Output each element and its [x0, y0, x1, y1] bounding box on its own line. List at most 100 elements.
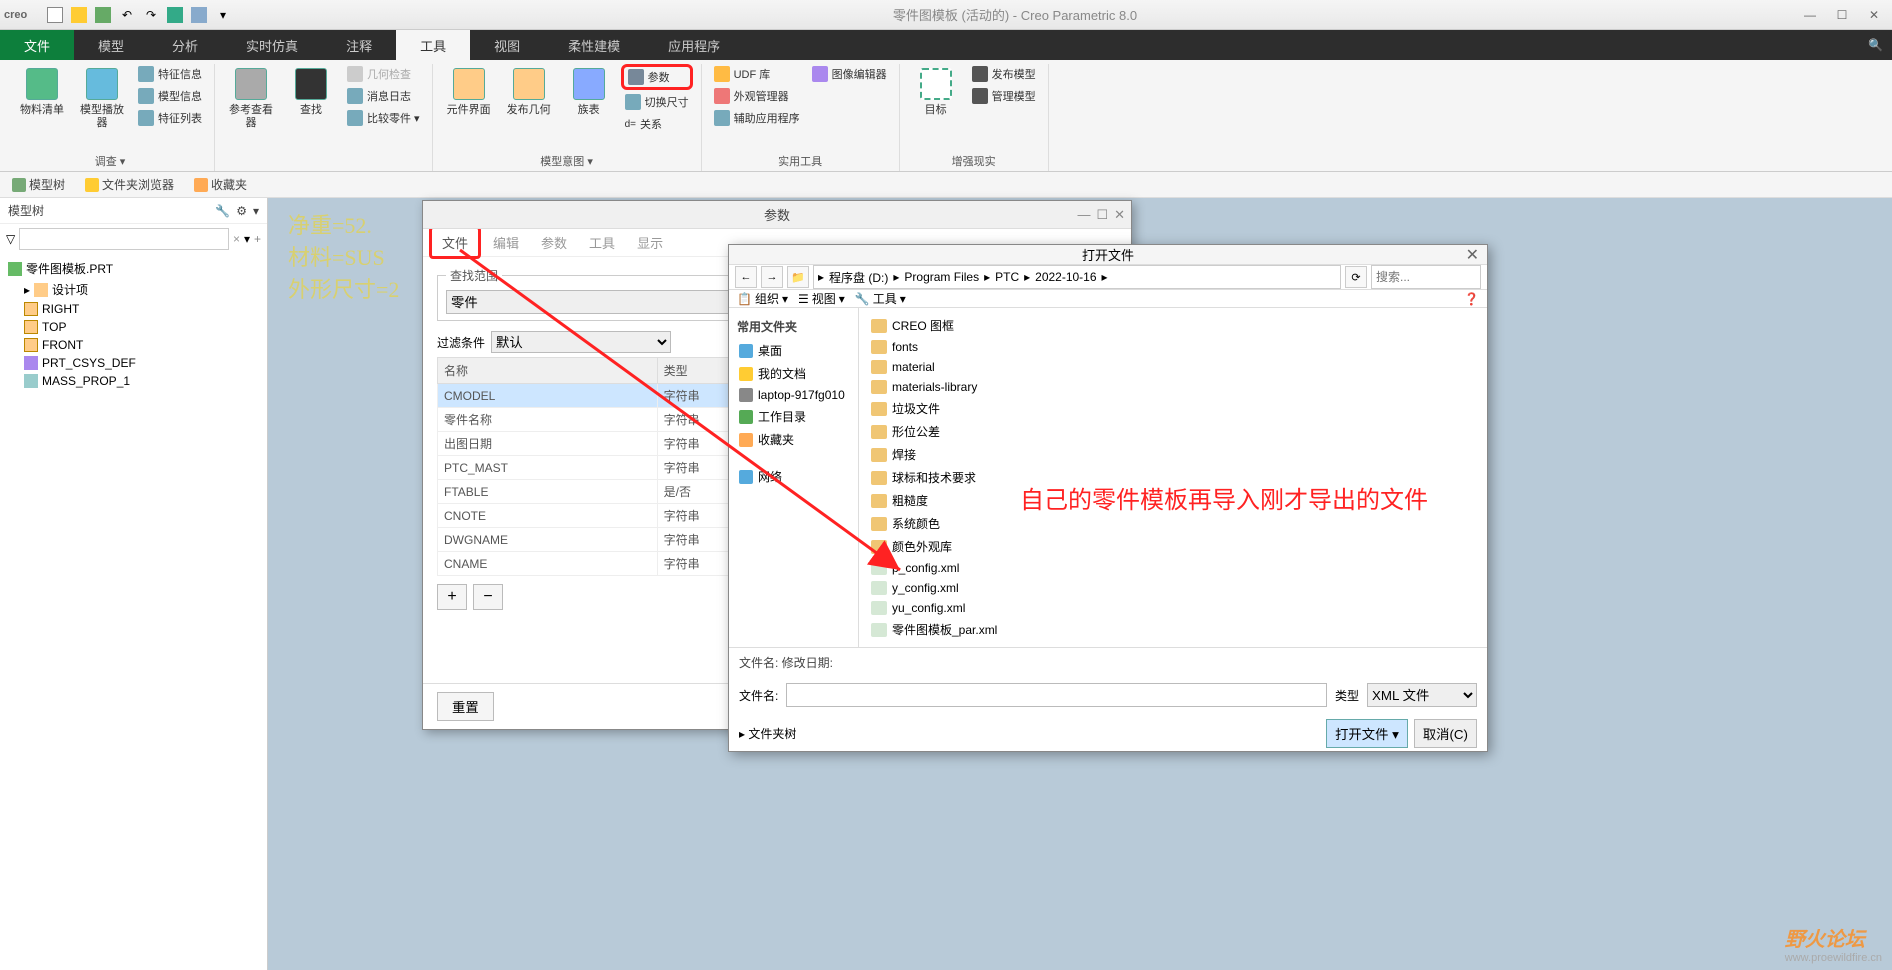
appearance-mgr-button[interactable]: 外观管理器	[710, 86, 804, 106]
file-item[interactable]: y_config.xml	[869, 578, 1477, 598]
file-dialog-title[interactable]: 打开文件 ✕	[729, 245, 1487, 265]
sidebar-item[interactable]: 工作目录	[737, 405, 850, 428]
sidebar-item[interactable]: 桌面	[737, 339, 850, 362]
nav-refresh-icon[interactable]: ⟳	[1345, 266, 1367, 288]
remove-row-button[interactable]: −	[473, 584, 503, 610]
qat-regen-icon[interactable]	[164, 4, 186, 26]
ar-target-button[interactable]: 目标	[908, 64, 964, 121]
menu-params[interactable]: 参数	[531, 229, 577, 256]
folder-tree-toggle[interactable]: ▸ 文件夹树	[739, 725, 1326, 742]
tree-node[interactable]: PRT_CSYS_DEF	[8, 354, 259, 372]
folder-item[interactable]: 形位公差	[869, 420, 1477, 443]
tree-node[interactable]: MASS_PROP_1	[8, 372, 259, 390]
folder-item[interactable]: 焊接	[869, 443, 1477, 466]
publish-model-button[interactable]: 发布模型	[968, 64, 1040, 84]
folder-item[interactable]: CREO 图框	[869, 314, 1477, 337]
open-file-button[interactable]: 打开文件 ▾	[1326, 719, 1408, 748]
feature-info-button[interactable]: 特征信息	[134, 64, 206, 84]
comp-iface-button[interactable]: 元件界面	[441, 64, 497, 121]
breadcrumb[interactable]: ▸ 程序盘 (D:) ▸ Program Files ▸ PTC ▸ 2022-…	[813, 265, 1341, 289]
nav-model-tree[interactable]: 模型树	[6, 174, 71, 195]
tab-analysis[interactable]: 分析	[148, 30, 222, 60]
parameters-button[interactable]: 参数	[621, 64, 693, 90]
tree-node[interactable]: FRONT	[8, 336, 259, 354]
sidebar-item[interactable]: laptop-917fg010	[737, 385, 850, 405]
minimize-button[interactable]: —	[1796, 5, 1824, 25]
add-row-button[interactable]: +	[437, 584, 467, 610]
feature-list-button[interactable]: 特征列表	[134, 108, 206, 128]
help-icon[interactable]: ❓	[1464, 292, 1479, 306]
filter-dropdown-icon[interactable]: ▾	[244, 232, 250, 246]
tree-node[interactable]: ▸ 设计项	[8, 279, 259, 300]
manage-model-button[interactable]: 管理模型	[968, 86, 1040, 106]
model-player-button[interactable]: 模型播放 器	[74, 64, 130, 134]
folder-item[interactable]: 系统颜色	[869, 512, 1477, 535]
folder-item[interactable]: material	[869, 357, 1477, 377]
tree-node[interactable]: RIGHT	[8, 300, 259, 318]
filter-input[interactable]	[19, 228, 229, 250]
file-item[interactable]: 零件图模板_par.xml	[869, 618, 1477, 641]
filter-select[interactable]: 默认	[491, 331, 671, 353]
maximize-button[interactable]: ☐	[1828, 5, 1856, 25]
dlg-maximize-icon[interactable]: ☐	[1096, 207, 1108, 223]
folder-item[interactable]: fonts	[869, 337, 1477, 357]
cancel-button[interactable]: 取消(C)	[1414, 719, 1477, 748]
nav-up-icon[interactable]: 📁	[787, 266, 809, 288]
tree-node[interactable]: TOP	[8, 318, 259, 336]
sidebar-item[interactable]: 收藏夹	[737, 428, 850, 451]
sidebar-item[interactable]: 我的文档	[737, 362, 850, 385]
family-table-button[interactable]: 族表	[561, 64, 617, 121]
qat-new-icon[interactable]	[44, 4, 66, 26]
tab-simulation[interactable]: 实时仿真	[222, 30, 322, 60]
switch-dim-button[interactable]: 切换尺寸	[621, 92, 693, 112]
panel-tool-2[interactable]: ⚙	[236, 204, 247, 218]
msg-log-button[interactable]: 消息日志	[343, 86, 424, 106]
find-button[interactable]: 查找	[283, 64, 339, 121]
qat-undo-icon[interactable]: ↶	[116, 4, 138, 26]
udf-lib-button[interactable]: UDF 库	[710, 64, 804, 84]
tab-annotate[interactable]: 注释	[322, 30, 396, 60]
file-item[interactable]: p_config.xml	[869, 558, 1477, 578]
panel-tool-1[interactable]: 🔧	[215, 204, 230, 218]
col-name[interactable]: 名称	[438, 358, 658, 384]
dlg-close-icon[interactable]: ✕	[1114, 207, 1125, 223]
qat-close-icon[interactable]: ▾	[212, 4, 234, 26]
ribbon-search[interactable]: 🔍	[1858, 30, 1892, 60]
nav-back-icon[interactable]: ←	[735, 266, 757, 288]
file-dialog-close-icon[interactable]: ✕	[1466, 245, 1479, 265]
tree-root[interactable]: 零件图模板.PRT	[8, 258, 259, 279]
ref-viewer-button[interactable]: 参考查看 器	[223, 64, 279, 134]
qat-windows-icon[interactable]	[188, 4, 210, 26]
close-button[interactable]: ✕	[1860, 5, 1888, 25]
tab-flexmodel[interactable]: 柔性建模	[544, 30, 644, 60]
publish-geom-button[interactable]: 发布几何	[501, 64, 557, 121]
tab-model[interactable]: 模型	[74, 30, 148, 60]
tab-tools[interactable]: 工具	[396, 30, 470, 60]
bom-button[interactable]: 物料清单	[14, 64, 70, 121]
qat-open-icon[interactable]	[68, 4, 90, 26]
filename-input[interactable]	[786, 683, 1327, 707]
view-button[interactable]: ☰ 视图 ▾	[798, 290, 845, 307]
nav-folder-browser[interactable]: 文件夹浏览器	[79, 174, 180, 195]
filetype-select[interactable]: XML 文件	[1367, 683, 1477, 707]
file-search-input[interactable]	[1371, 265, 1481, 289]
folder-item[interactable]: 颜色外观库	[869, 535, 1477, 558]
aux-apps-button[interactable]: 辅助应用程序	[710, 108, 804, 128]
dialog-title[interactable]: 参数 — ☐ ✕	[423, 201, 1131, 229]
organize-button[interactable]: 📋 组织 ▾	[737, 290, 788, 307]
menu-show[interactable]: 显示	[627, 229, 673, 256]
folder-item[interactable]: materials-library	[869, 377, 1477, 397]
tools-button[interactable]: 🔧 工具 ▾	[855, 290, 906, 307]
folder-item[interactable]: 垃圾文件	[869, 397, 1477, 420]
tab-view[interactable]: 视图	[470, 30, 544, 60]
geom-check-button[interactable]: 几何检查	[343, 64, 424, 84]
filter-clear-icon[interactable]: ×	[233, 232, 240, 246]
compare-parts-button[interactable]: 比较零件 ▾	[343, 108, 424, 128]
model-info-button[interactable]: 模型信息	[134, 86, 206, 106]
reset-button[interactable]: 重置	[437, 692, 494, 721]
filter-add-icon[interactable]: +	[254, 232, 261, 246]
qat-save-icon[interactable]	[92, 4, 114, 26]
menu-file[interactable]: 文件	[429, 226, 481, 259]
relations-button[interactable]: d=关系	[621, 114, 693, 134]
panel-tool-3[interactable]: ▾	[253, 204, 259, 218]
